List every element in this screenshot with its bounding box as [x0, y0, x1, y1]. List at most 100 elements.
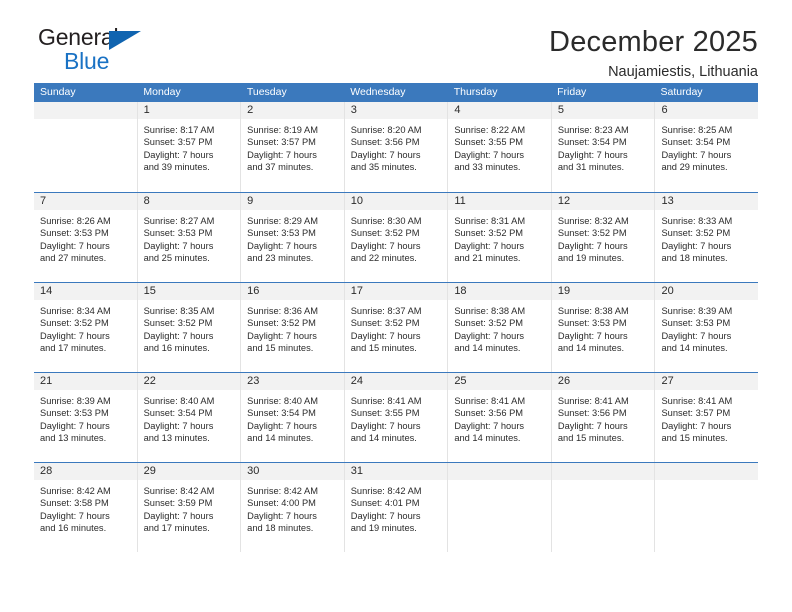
day-cell[interactable]: 28 Sunrise: 8:42 AM Sunset: 3:58 PM Dayl…: [34, 463, 138, 552]
day-cell[interactable]: 31 Sunrise: 8:42 AM Sunset: 4:01 PM Dayl…: [344, 463, 449, 552]
daylight-text-line2: and 27 minutes.: [40, 253, 107, 264]
sunrise-text: Sunrise: 8:37 AM: [350, 306, 422, 316]
daylight-text-line1: Daylight: 7 hours: [247, 240, 317, 251]
day-cell[interactable]: 11 Sunrise: 8:31 AM Sunset: 3:52 PM Dayl…: [448, 193, 552, 282]
day-cell[interactable]: 29 Sunrise: 8:42 AM Sunset: 3:59 PM Dayl…: [137, 463, 242, 552]
sunrise-text: Sunrise: 8:38 AM: [454, 306, 526, 316]
daylight-text-line1: Daylight: 7 hours: [661, 330, 732, 341]
sunset-text: Sunset: 3:55 PM: [350, 408, 420, 419]
day-info: Sunrise: 8:41 AM Sunset: 3:57 PM Dayligh…: [655, 390, 758, 445]
day-cell[interactable]: 5 Sunrise: 8:23 AM Sunset: 3:54 PM Dayli…: [551, 102, 656, 192]
day-info: Sunrise: 8:32 AM Sunset: 3:52 PM Dayligh…: [552, 210, 655, 265]
daylight-text-line2: and 33 minutes.: [454, 162, 521, 173]
day-cell[interactable]: 20 Sunrise: 8:39 AM Sunset: 3:53 PM Dayl…: [655, 283, 759, 372]
weekday-header-monday: Monday: [143, 86, 181, 98]
sunset-text: Sunset: 3:56 PM: [557, 408, 627, 419]
day-cell[interactable]: 24 Sunrise: 8:41 AM Sunset: 3:55 PM Dayl…: [344, 373, 449, 462]
day-cell[interactable]: 17 Sunrise: 8:37 AM Sunset: 3:52 PM Dayl…: [344, 283, 449, 372]
day-info: Sunrise: 8:37 AM Sunset: 3:52 PM Dayligh…: [345, 300, 448, 355]
day-info: Sunrise: 8:26 AM Sunset: 3:53 PM Dayligh…: [34, 210, 137, 265]
day-cell[interactable]: 22 Sunrise: 8:40 AM Sunset: 3:54 PM Dayl…: [137, 373, 242, 462]
daylight-text-line1: Daylight: 7 hours: [247, 330, 317, 341]
sunrise-text: Sunrise: 8:41 AM: [454, 396, 526, 406]
sunrise-text: Sunrise: 8:29 AM: [247, 216, 318, 226]
day-info: Sunrise: 8:39 AM Sunset: 3:53 PM Dayligh…: [34, 390, 137, 445]
day-cell[interactable]: 1 Sunrise: 8:17 AM Sunset: 3:57 PM Dayli…: [137, 102, 242, 192]
sunset-text: Sunset: 3:58 PM: [40, 498, 109, 509]
sunset-text: Sunset: 3:57 PM: [143, 137, 213, 148]
day-cell[interactable]: 21 Sunrise: 8:39 AM Sunset: 3:53 PM Dayl…: [34, 373, 138, 462]
day-cell[interactable]: 3 Sunrise: 8:20 AM Sunset: 3:56 PM Dayli…: [344, 102, 449, 192]
day-cell[interactable]: 8 Sunrise: 8:27 AM Sunset: 3:53 PM Dayli…: [137, 193, 242, 282]
day-cell[interactable]: 9 Sunrise: 8:29 AM Sunset: 3:53 PM Dayli…: [241, 193, 345, 282]
daylight-text-line2: and 14 minutes.: [454, 433, 521, 444]
day-cell[interactable]: 13 Sunrise: 8:33 AM Sunset: 3:52 PM Dayl…: [655, 193, 759, 282]
daylight-text-line2: and 14 minutes.: [454, 343, 521, 354]
day-cell[interactable]: 27 Sunrise: 8:41 AM Sunset: 3:57 PM Dayl…: [655, 373, 759, 462]
day-cell[interactable]: 16 Sunrise: 8:36 AM Sunset: 3:52 PM Dayl…: [241, 283, 345, 372]
day-cell[interactable]: 4 Sunrise: 8:22 AM Sunset: 3:55 PM Dayli…: [448, 102, 552, 192]
day-info: Sunrise: 8:31 AM Sunset: 3:52 PM Dayligh…: [448, 210, 551, 265]
daylight-text-line1: Daylight: 7 hours: [454, 149, 525, 160]
daylight-text-line1: Daylight: 7 hours: [557, 240, 628, 251]
daylight-text-line2: and 19 minutes.: [350, 523, 417, 534]
daylight-text-line1: Daylight: 7 hours: [40, 510, 110, 521]
daylight-text-line2: and 15 minutes.: [661, 433, 728, 444]
sunset-text: Sunset: 3:52 PM: [40, 318, 109, 329]
sunrise-text: Sunrise: 8:42 AM: [247, 486, 318, 496]
weekday-header-tuesday: Tuesday: [246, 86, 287, 98]
daylight-text-line1: Daylight: 7 hours: [247, 420, 317, 431]
weekday-header-friday: Friday: [557, 86, 587, 98]
day-info: Sunrise: 8:38 AM Sunset: 3:52 PM Dayligh…: [448, 300, 551, 355]
day-cell[interactable]: 18 Sunrise: 8:38 AM Sunset: 3:52 PM Dayl…: [448, 283, 552, 372]
weekday-header-sunday: Sunday: [40, 86, 76, 98]
day-cell[interactable]: 7 Sunrise: 8:26 AM Sunset: 3:53 PM Dayli…: [34, 193, 138, 282]
day-cell[interactable]: 6 Sunrise: 8:25 AM Sunset: 3:54 PM Dayli…: [655, 102, 759, 192]
day-number: 14: [34, 283, 137, 300]
day-number: 9: [241, 193, 344, 210]
sunrise-text: Sunrise: 8:35 AM: [143, 306, 215, 316]
daylight-text-line2: and 13 minutes.: [143, 433, 210, 444]
day-cell[interactable]: 10 Sunrise: 8:30 AM Sunset: 3:52 PM Dayl…: [344, 193, 449, 282]
day-cell[interactable]: 19 Sunrise: 8:38 AM Sunset: 3:53 PM Dayl…: [551, 283, 656, 372]
day-number: 8: [137, 193, 241, 210]
day-info: Sunrise: 8:42 AM Sunset: 3:58 PM Dayligh…: [34, 480, 137, 535]
sunset-text: Sunset: 3:54 PM: [143, 408, 213, 419]
day-number: [448, 463, 551, 480]
day-info: Sunrise: 8:19 AM Sunset: 3:57 PM Dayligh…: [241, 119, 344, 174]
day-number: [655, 463, 759, 480]
day-info: Sunrise: 8:30 AM Sunset: 3:52 PM Dayligh…: [345, 210, 448, 265]
day-cell[interactable]: 30 Sunrise: 8:42 AM Sunset: 4:00 PM Dayl…: [241, 463, 345, 552]
daylight-text-line1: Daylight: 7 hours: [350, 420, 421, 431]
day-cell[interactable]: 26 Sunrise: 8:41 AM Sunset: 3:56 PM Dayl…: [551, 373, 656, 462]
day-number: 26: [551, 373, 655, 390]
weekday-header-row: Sunday Monday Tuesday Wednesday Thursday…: [34, 83, 758, 102]
daylight-text-line1: Daylight: 7 hours: [40, 420, 110, 431]
daylight-text-line1: Daylight: 7 hours: [557, 330, 628, 341]
sunrise-text: Sunrise: 8:25 AM: [661, 125, 733, 135]
day-cell[interactable]: 12 Sunrise: 8:32 AM Sunset: 3:52 PM Dayl…: [551, 193, 656, 282]
sunrise-text: Sunrise: 8:32 AM: [557, 216, 629, 226]
sunset-text: Sunset: 3:52 PM: [454, 228, 524, 239]
sunset-text: Sunset: 3:53 PM: [143, 228, 213, 239]
day-cell[interactable]: 14 Sunrise: 8:34 AM Sunset: 3:52 PM Dayl…: [34, 283, 138, 372]
sunset-text: Sunset: 3:57 PM: [661, 408, 731, 419]
day-cell[interactable]: 15 Sunrise: 8:35 AM Sunset: 3:52 PM Dayl…: [137, 283, 242, 372]
daylight-text-line1: Daylight: 7 hours: [143, 420, 214, 431]
day-cell[interactable]: 2 Sunrise: 8:19 AM Sunset: 3:57 PM Dayli…: [241, 102, 345, 192]
sunrise-text: Sunrise: 8:33 AM: [661, 216, 733, 226]
calendar-grid: Sunday Monday Tuesday Wednesday Thursday…: [34, 83, 759, 552]
daylight-text-line1: Daylight: 7 hours: [350, 240, 421, 251]
daylight-text-line2: and 15 minutes.: [557, 433, 625, 444]
brand-logo[interactable]: General Blue: [34, 26, 184, 78]
sunset-text: Sunset: 4:01 PM: [350, 498, 420, 509]
day-cell: [448, 463, 552, 552]
day-cell[interactable]: 25 Sunrise: 8:41 AM Sunset: 3:56 PM Dayl…: [448, 373, 552, 462]
weekday-header-saturday: Saturday: [660, 86, 703, 98]
daylight-text-line1: Daylight: 7 hours: [350, 330, 421, 341]
day-cell[interactable]: 23 Sunrise: 8:40 AM Sunset: 3:54 PM Dayl…: [241, 373, 345, 462]
day-info: Sunrise: 8:34 AM Sunset: 3:52 PM Dayligh…: [34, 300, 137, 355]
day-number: 28: [34, 463, 137, 480]
daylight-text-line1: Daylight: 7 hours: [143, 240, 214, 251]
sunset-text: Sunset: 4:00 PM: [247, 498, 316, 509]
